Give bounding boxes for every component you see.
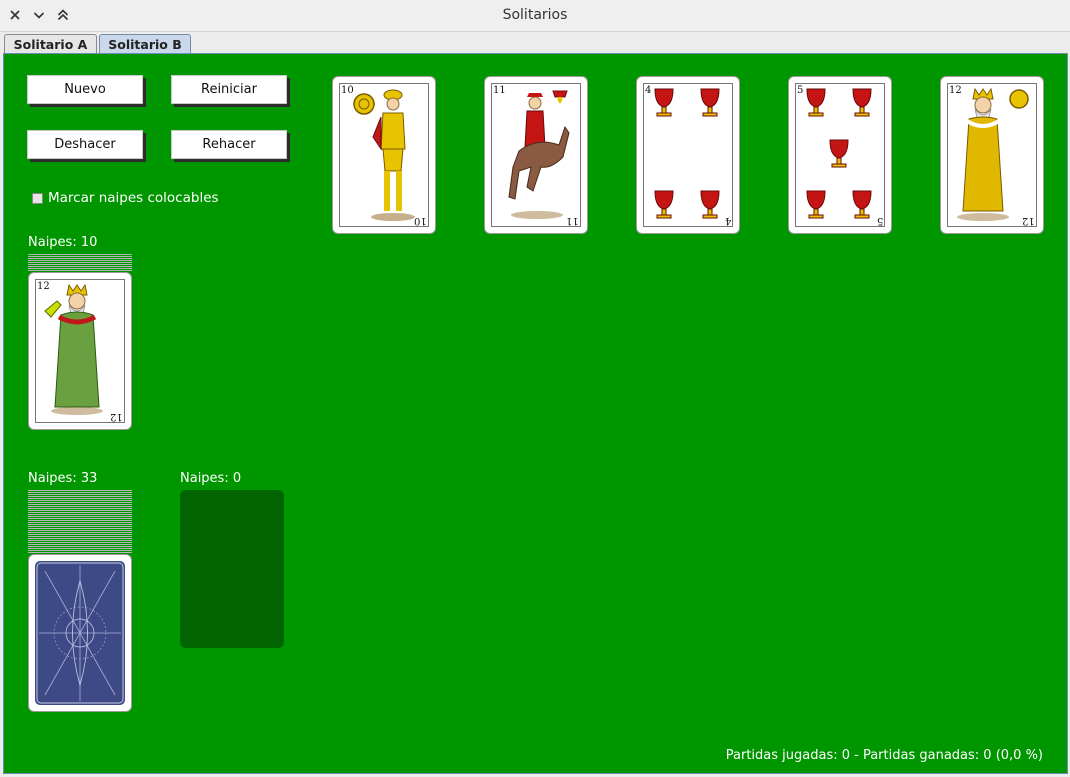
tab-strip: Solitario A Solitario B [0,32,1070,53]
stacked-card-edge [28,254,132,255]
stacked-card-edge [28,520,132,521]
stock-count: Naipes: 33 [28,471,98,486]
stacked-card-edge [28,270,132,271]
tab-solitario-a[interactable]: Solitario A [4,34,97,53]
game-board: Nuevo Reiniciar Deshacer Rehacer Marcar … [3,53,1068,774]
stacked-card-edge [28,498,132,499]
window-title: Solitarios [502,7,568,23]
waste-count: Naipes: 0 [180,471,242,486]
card-back-pattern [36,562,124,704]
stacked-card-edge [28,258,132,259]
stacked-card-edge [28,260,132,261]
stacked-card-edge [28,514,132,515]
stacked-card-edge [28,536,132,537]
stacked-card-edge [28,530,132,531]
stacked-card-edge [28,262,132,263]
rey-oros-figure [957,87,1029,221]
foundation-card-4[interactable]: 5 5 [788,76,892,234]
mark-placeable-checkbox[interactable]: Marcar naipes colocables [32,190,219,206]
stacked-card-edge [28,544,132,545]
stacked-card-edge [28,542,132,543]
restart-button[interactable]: Reiniciar [171,75,287,104]
stacked-card-edge [28,256,132,257]
stacked-card-edge [28,500,132,501]
stacked-card-edge [28,526,132,527]
sota-oros-figure [353,89,415,221]
stacked-card-edge [28,546,132,547]
stacked-card-edge [28,538,132,539]
foundation-card-5[interactable]: 12 12 [940,76,1044,234]
copas-pips [806,88,872,219]
stacked-card-edge [28,496,132,497]
stacked-card-edge [28,552,132,553]
tab-solitario-b[interactable]: Solitario B [99,34,191,53]
undo-button[interactable]: Deshacer [27,130,143,159]
foundation-card-3[interactable]: 4 4 [636,76,740,234]
stacked-card-edge [28,512,132,513]
waste-empty-slot[interactable] [180,490,284,648]
stacked-card-edge [28,524,132,525]
stacked-card-edge [28,508,132,509]
stacked-card-edge [28,492,132,493]
new-game-button[interactable]: Nuevo [27,75,143,104]
game-statistics: Partidas jugadas: 0 - Partidas ganadas: … [725,748,1043,763]
caballo-copas-figure [508,90,570,219]
stacked-card-edge [28,534,132,535]
reserve-pile[interactable]: 12 12 [28,254,132,430]
mark-placeable-label: Marcar naipes colocables [48,190,219,206]
stacked-card-edge [28,502,132,503]
redo-button[interactable]: Rehacer [171,130,287,159]
stacked-card-edge [28,528,132,529]
stacked-card-edge [28,264,132,265]
stacked-card-edge [28,550,132,551]
stacked-card-edge [28,510,132,511]
reserve-top-card[interactable]: 12 12 [28,272,132,430]
stacked-card-edge [28,266,132,267]
foundation-card-1[interactable]: 10 10 [332,76,436,234]
rey-bastos-figure [44,283,103,415]
stacked-card-edge [28,504,132,505]
stock-pile[interactable] [28,490,132,712]
checkbox-box[interactable] [32,192,43,204]
stacked-card-edge [28,548,132,549]
copas-pips [654,88,720,219]
card-back [35,561,125,705]
stacked-card-edge [28,268,132,269]
stacked-card-edge [28,532,132,533]
stacked-card-edge [28,490,132,491]
foundation-card-2[interactable]: 11 11 [484,76,588,234]
stacked-card-edge [28,494,132,495]
stacked-card-edge [28,516,132,517]
title-bar: Solitarios [0,0,1070,32]
stacked-card-edge [28,506,132,507]
stacked-card-edge [28,540,132,541]
stacked-card-edge [28,518,132,519]
stock-top-card[interactable] [28,554,132,712]
stacked-card-edge [28,522,132,523]
reserve-count: Naipes: 10 [28,235,98,250]
